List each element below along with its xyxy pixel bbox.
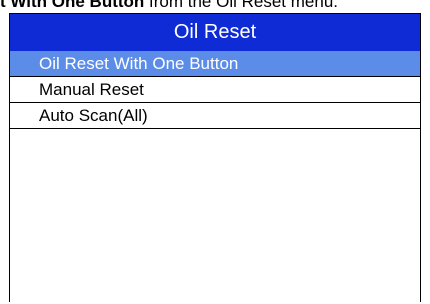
caption-bold-text: t With One Button <box>0 0 145 11</box>
screen-title: Oil Reset <box>10 14 420 51</box>
instruction-caption: t With One Button from the Oil Reset men… <box>0 0 430 13</box>
menu-item-auto-scan-all[interactable]: Auto Scan(All) <box>10 103 420 129</box>
menu-item-oil-reset-with-one-button[interactable]: Oil Reset With One Button <box>10 51 420 77</box>
menu-item-manual-reset[interactable]: Manual Reset <box>10 77 420 103</box>
device-screen: Oil Reset Oil Reset With One Button Manu… <box>9 13 421 302</box>
caption-text: from the Oil Reset menu. <box>144 0 338 11</box>
oil-reset-menu: Oil Reset With One Button Manual Reset A… <box>10 51 420 129</box>
